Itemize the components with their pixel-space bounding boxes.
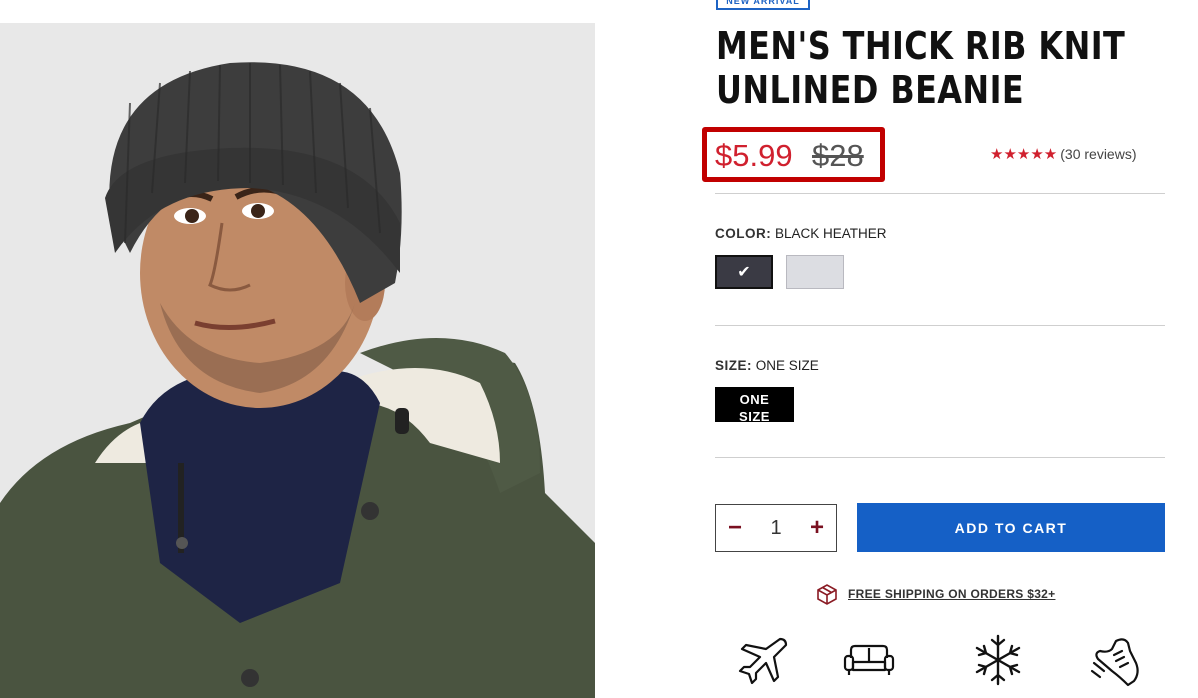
free-shipping-row: FREE SHIPPING ON ORDERS $32+: [815, 583, 1055, 605]
original-price: $28: [812, 138, 864, 173]
quantity-stepper: − 1 +: [715, 504, 837, 552]
shoe-icon: [1090, 638, 1139, 687]
product-image[interactable]: [0, 23, 595, 698]
size-option-one-size[interactable]: ONE SIZE: [715, 387, 794, 422]
star-rating-icon: ★★★★★: [990, 146, 1058, 163]
title-line-1: MEN'S THICK RIB KNIT: [716, 24, 1126, 68]
product-rating[interactable]: ★★★★★ (30 reviews): [990, 144, 1137, 164]
color-selected-value: BLACK HEATHER: [775, 226, 887, 241]
size-label-key: SIZE:: [715, 358, 753, 373]
color-label-key: COLOR:: [715, 226, 772, 241]
increase-quantity-button[interactable]: +: [810, 516, 824, 540]
swatch-light-gray[interactable]: [786, 255, 844, 289]
swatch-black-heather[interactable]: ✔: [715, 255, 773, 289]
divider: [715, 193, 1165, 194]
free-shipping-link[interactable]: FREE SHIPPING ON ORDERS $32+: [848, 587, 1055, 601]
check-icon: ✔: [737, 264, 751, 281]
product-title: MEN'S THICK RIB KNIT UNLINED BEANIE: [716, 24, 1126, 112]
snowflake-icon: [975, 634, 1021, 686]
reviews-link[interactable]: (30 reviews): [1060, 146, 1136, 162]
package-icon: [817, 584, 837, 605]
airplane-icon: [738, 637, 788, 685]
add-to-cart-button[interactable]: ADD TO CART: [857, 503, 1165, 552]
couch-icon: [843, 644, 895, 675]
quantity-value[interactable]: 1: [770, 517, 781, 540]
sale-price: $5.99: [715, 138, 793, 173]
size-selected-value: ONE SIZE: [755, 358, 819, 373]
decrease-quantity-button[interactable]: −: [728, 516, 742, 540]
size-label: SIZE: ONE SIZE: [715, 358, 819, 373]
size-option-line-1: ONE: [739, 392, 770, 407]
size-option-line-2: SIZE: [739, 409, 770, 422]
divider: [715, 325, 1165, 326]
title-line-2: UNLINED BEANIE: [716, 68, 1025, 112]
divider: [715, 457, 1165, 458]
color-label: COLOR: BLACK HEATHER: [715, 226, 887, 241]
product-photo: [0, 23, 595, 698]
new-arrival-badge: NEW ARRIVAL: [716, 0, 810, 10]
